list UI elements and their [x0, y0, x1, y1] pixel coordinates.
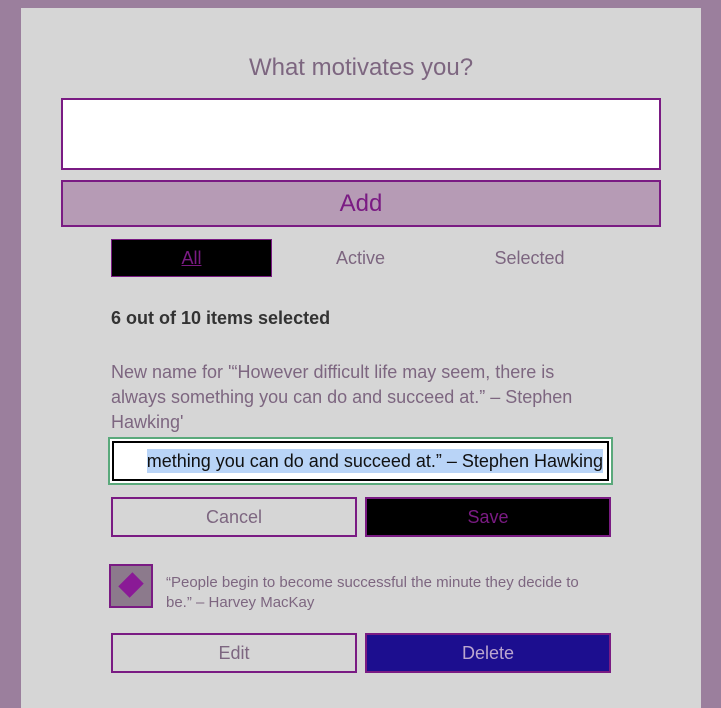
todo-card: What motivates you? Add All Active Selec… [21, 8, 701, 708]
add-button[interactable]: Add [61, 180, 661, 227]
delete-button[interactable]: Delete [365, 633, 611, 673]
filter-active-button[interactable]: Active [280, 239, 441, 277]
rename-input-value: mething you can do and succeed at.” – St… [146, 449, 603, 473]
page-title: What motivates you? [248, 54, 474, 81]
new-item-input[interactable] [61, 98, 661, 170]
rename-input[interactable]: mething you can do and succeed at.” – St… [108, 437, 613, 485]
filter-selected-button[interactable]: Selected [449, 239, 610, 277]
selected-count: 6 out of 10 items selected [111, 308, 331, 328]
rename-label: New name for '“However difficult life ma… [111, 362, 573, 432]
item-checkbox[interactable] [109, 564, 153, 608]
save-button[interactable]: Save [365, 497, 611, 537]
item-text: “People begin to become successful the m… [166, 574, 579, 611]
edit-button[interactable]: Edit [111, 633, 357, 673]
cancel-button[interactable]: Cancel [111, 497, 357, 537]
check-icon [118, 572, 144, 598]
rename-input-field[interactable]: mething you can do and succeed at.” – St… [112, 441, 609, 481]
filter-all-button[interactable]: All [111, 239, 272, 277]
